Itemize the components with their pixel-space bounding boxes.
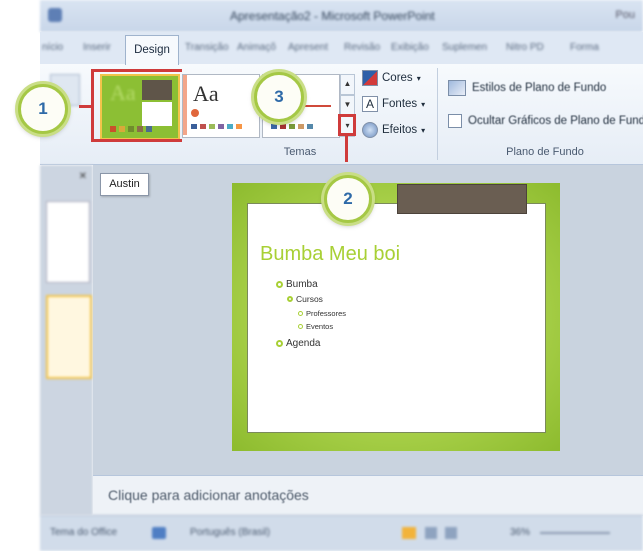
notes-placeholder: Clique para adicionar anotações — [108, 487, 309, 503]
slide-thumbnail-1[interactable] — [46, 201, 90, 283]
highlight-more-button — [338, 114, 356, 136]
group-separator — [437, 68, 438, 160]
callout-2: 2 — [324, 175, 372, 223]
temas-group-label: Temas — [283, 146, 317, 158]
background-styles-icon — [448, 80, 466, 96]
chevron-down-icon: ▾ — [421, 125, 426, 135]
palette-icon — [362, 70, 378, 86]
estilos-plano-fundo-button[interactable]: Estilos de Plano de Fundo — [448, 78, 606, 98]
tab-formatar[interactable]: Forma — [570, 42, 599, 53]
themes-scroll-up-button[interactable]: ▲ — [340, 74, 355, 95]
highlight-theme-gallery-bracket — [91, 69, 182, 142]
close-icon[interactable]: ✕ — [79, 171, 87, 182]
bullet-level-3[interactable]: Eventos — [298, 322, 333, 331]
bullet-level-1[interactable]: Bumba — [276, 279, 318, 290]
normal-view-icon[interactable] — [402, 527, 416, 539]
bullet-icon — [298, 324, 303, 329]
ribbon-tab-row: nício Inserir Design Transição Animaçõ A… — [40, 32, 643, 65]
tab-inserir[interactable]: Inserir — [83, 42, 111, 53]
theme-tooltip: Austin — [100, 173, 149, 196]
callout-1-connector — [79, 105, 93, 108]
chevron-down-icon: ▾ — [421, 99, 426, 109]
reading-view-icon[interactable] — [445, 527, 457, 539]
font-icon: A — [362, 96, 378, 112]
tab-animacoes[interactable]: Animaçõ — [237, 42, 276, 53]
slide-thumbnail-2[interactable] — [46, 295, 92, 379]
title-bar: Apresentação2 - Microsoft PowerPoint Pou — [40, 0, 643, 32]
quick-access-toolbar-icon[interactable] — [48, 8, 62, 22]
status-language[interactable]: Português (Brasil) — [190, 527, 270, 538]
bullet-level-2[interactable]: Cursos — [287, 294, 323, 304]
checkbox-icon — [448, 114, 462, 128]
callout-1: 1 — [18, 84, 68, 134]
bullet-icon — [298, 311, 303, 316]
slides-pane[interactable]: ✕ — [40, 165, 93, 515]
cores-button[interactable]: Cores ▾ — [362, 68, 421, 88]
efeitos-label: Efeitos — [382, 124, 418, 136]
bullet-icon — [276, 281, 283, 288]
bullet-level-3[interactable]: Professores — [298, 309, 346, 318]
tab-transicoes[interactable]: Transição — [185, 42, 229, 53]
notes-pane[interactable]: Clique para adicionar anotações — [93, 475, 643, 516]
window-title: Apresentação2 - Microsoft PowerPoint — [230, 9, 435, 23]
ocultar-graficos-checkbox[interactable]: Ocultar Gráficos de Plano de Fundo — [448, 111, 643, 131]
estilos-label: Estilos de Plano de Fundo — [472, 82, 607, 94]
slide-title-tab-decoration — [397, 184, 527, 214]
tab-nitro-pdf[interactable]: Nitro PD — [506, 42, 544, 53]
slide-sorter-icon[interactable] — [425, 527, 437, 539]
tab-inicio[interactable]: nício — [42, 42, 63, 53]
bullet-icon — [276, 340, 283, 347]
tab-design[interactable]: Design — [125, 35, 179, 65]
cores-label: Cores — [382, 72, 413, 84]
effects-icon — [362, 122, 378, 138]
zoom-slider[interactable] — [540, 532, 610, 534]
spellcheck-icon[interactable] — [152, 527, 166, 539]
themes-scroll-down-button[interactable]: ▼ — [340, 95, 355, 116]
tab-revisao[interactable]: Revisão — [344, 42, 380, 53]
zoom-level[interactable]: 36% — [510, 527, 530, 538]
plano-de-fundo-group-label: Plano de Fundo — [506, 146, 584, 158]
status-bar: Tema do Office Português (Brasil) 36% — [40, 515, 643, 551]
slide-title[interactable]: Bumba Meu boi — [260, 243, 400, 266]
theme-sample-text: Aa — [193, 81, 219, 106]
tab-apresentacao[interactable]: Apresent — [288, 42, 328, 53]
chevron-down-icon: ▾ — [416, 73, 421, 83]
callout-3: 3 — [254, 72, 304, 122]
fontes-button[interactable]: A Fontes ▾ — [362, 94, 425, 114]
theme-thumbnail-office[interactable]: Aa — [182, 74, 260, 138]
efeitos-button[interactable]: Efeitos ▾ — [362, 120, 425, 140]
ocultar-label: Ocultar Gráficos de Plano de Fundo — [468, 115, 643, 127]
slide-content-frame — [247, 203, 546, 433]
status-theme[interactable]: Tema do Office — [50, 527, 117, 538]
bullet-icon — [287, 296, 293, 302]
tab-suplementos[interactable]: Suplemen — [442, 42, 487, 53]
fontes-label: Fontes — [382, 98, 418, 110]
user-name: Pou — [615, 9, 635, 21]
callout-2-connector — [345, 136, 348, 162]
bullet-level-1[interactable]: Agenda — [276, 338, 320, 349]
tab-exibicao[interactable]: Exibição — [391, 42, 429, 53]
